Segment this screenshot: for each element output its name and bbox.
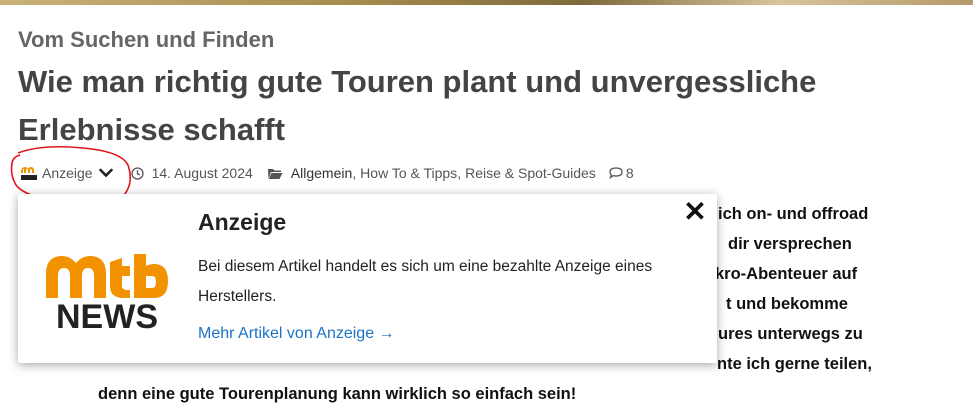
author-popup: NEWS Anzeige Bei diesem Artikel handelt … xyxy=(18,194,717,363)
category-link[interactable]: Allgemein xyxy=(291,165,352,181)
article-text-line: denn eine gute Tourenplanung kann wirkli… xyxy=(98,385,577,403)
article-title: Wie man richtig gute Touren plant und un… xyxy=(18,64,817,147)
article-meta: Anzeige 14. August 2024 Allgemein , How … xyxy=(20,163,634,183)
popup-title: Anzeige xyxy=(198,209,287,235)
publish-date: 14. August 2024 xyxy=(151,165,253,181)
hero-image-strip xyxy=(0,0,973,5)
category-link[interactable]: How To & Tipps xyxy=(360,165,457,181)
category-separator: , xyxy=(352,165,357,181)
category-separator: , xyxy=(457,165,462,181)
comment-count[interactable]: 8 xyxy=(626,165,634,181)
chevron-down-icon[interactable] xyxy=(98,167,113,179)
clock-icon xyxy=(130,166,144,180)
article-kicker: Vom Suchen und Finden xyxy=(18,27,275,52)
more-articles-link[interactable]: Mehr Artikel von Anzeige → xyxy=(198,325,395,343)
comment-icon[interactable] xyxy=(608,166,624,180)
mtb-news-logo: NEWS xyxy=(46,254,168,332)
article-text-fragment: kro-Abenteuer auf xyxy=(715,265,858,283)
article-text-fragment: nte ich gerne teilen, xyxy=(717,355,872,373)
popup-description: Bei diesem Artikel handelt es sich um ei… xyxy=(198,258,653,305)
folder-icon xyxy=(267,168,283,179)
article-text-fragment: t und bekomme xyxy=(726,295,848,313)
article-text-fragment: ich on- und offroad xyxy=(718,205,869,223)
article-text-fragment: ures unterwegs zu xyxy=(718,325,863,343)
close-icon[interactable]: ✕ xyxy=(683,198,707,226)
author-link[interactable]: Anzeige xyxy=(42,165,93,181)
category-link[interactable]: Reise & Spot-Guides xyxy=(465,165,596,181)
article-text-fragment: dir versprechen xyxy=(728,235,852,253)
logo-news-text: NEWS xyxy=(56,298,158,332)
mtb-news-small-logo xyxy=(21,167,37,180)
